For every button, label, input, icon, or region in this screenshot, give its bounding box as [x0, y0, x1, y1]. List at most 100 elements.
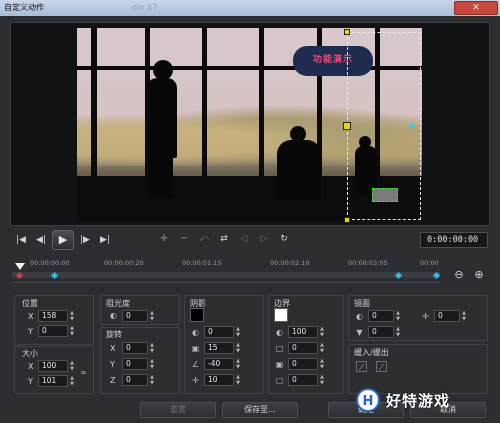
reverse-icon[interactable]: ⤺ — [196, 231, 212, 247]
mirror-label: 镜面 — [354, 299, 370, 308]
ruler-tick: 00:00 — [420, 259, 439, 267]
silhouette-head — [153, 60, 173, 80]
border-width-icon: □ — [275, 344, 284, 353]
window-title-faded: dio X7 — [132, 3, 158, 12]
spinner-icon[interactable]: ▲ ▼ — [460, 310, 468, 322]
spinner-icon[interactable]: ▲ ▼ — [394, 310, 402, 322]
watermark-text: 好特游戏 — [386, 391, 451, 410]
spinner-icon[interactable]: ▲ ▼ — [148, 374, 156, 386]
reset-icon[interactable]: ↻ — [276, 231, 292, 247]
spinner-icon[interactable]: ▲ ▼ — [318, 326, 326, 338]
opacity-icon: ◐ — [110, 311, 117, 320]
axis-z-label: Z — [110, 376, 116, 385]
mirror-fade-field[interactable]: 0 — [368, 326, 394, 338]
axis-x-label: X — [110, 344, 116, 353]
window-title: 自定义动作 — [4, 3, 44, 12]
swap-icon[interactable]: ⇄ — [216, 231, 232, 247]
center-handle[interactable] — [343, 122, 351, 130]
window-titlebar: 自定义动作 dio X7 ✕ — [0, 0, 500, 16]
mirror-fade-icon: ▼ — [356, 328, 363, 337]
spinner-icon[interactable]: ▲ ▼ — [68, 310, 76, 322]
reset-button[interactable]: 重置 — [140, 402, 216, 418]
spinner-icon[interactable]: ▲ ▼ — [234, 358, 242, 370]
playhead[interactable] — [15, 263, 25, 270]
border-blur-icon: ▢ — [275, 376, 284, 385]
axis-x-label: X — [28, 362, 34, 371]
spinner-icon[interactable]: ▲ ▼ — [318, 374, 326, 386]
position-y-field[interactable]: 0 — [38, 325, 68, 337]
remove-keyframe-icon[interactable]: ━ — [176, 231, 192, 247]
link-icon[interactable]: ∞ — [78, 367, 89, 378]
rotate-y-field[interactable]: 0 — [122, 358, 148, 370]
spinner-icon[interactable]: ▲ ▼ — [234, 374, 242, 386]
zoom-out-icon[interactable]: ⊖ — [452, 268, 466, 282]
border-color-swatch[interactable] — [274, 308, 288, 322]
rotate-z-field[interactable]: 0 — [122, 374, 148, 386]
rotate-label: 旋转 — [106, 330, 122, 339]
silhouette-legs — [149, 153, 173, 198]
next-frame-icon[interactable]: |▶ — [76, 231, 94, 249]
object-box[interactable] — [372, 188, 398, 202]
opacity-label: 阻光度 — [106, 299, 130, 308]
add-keyframe-icon[interactable]: ✚ — [156, 231, 172, 247]
silhouette-body — [147, 78, 177, 158]
mirror-offset-field[interactable]: 0 — [434, 310, 460, 322]
spinner-icon[interactable]: ▲ ▼ — [394, 326, 402, 338]
spinner-icon[interactable]: ▲ ▼ — [148, 342, 156, 354]
next-keyframe-icon[interactable]: ▷ — [256, 231, 272, 247]
to-start-icon[interactable]: |◀ — [12, 231, 30, 249]
keyframe-track[interactable] — [12, 272, 440, 278]
shadow-blur-field[interactable]: 15 — [204, 342, 234, 354]
spinner-icon[interactable]: ▲ ▼ — [148, 310, 156, 322]
rotate-x-field[interactable]: 0 — [122, 342, 148, 354]
shadow-opacity-field[interactable]: 0 — [204, 326, 234, 338]
axis-y-label: Y — [28, 377, 33, 386]
resize-handle[interactable] — [344, 29, 350, 35]
border-blur-field[interactable]: 0 — [288, 374, 318, 386]
mirror-opacity-icon: ◐ — [356, 312, 363, 321]
zoom-in-icon[interactable]: ⊕ — [472, 268, 486, 282]
spinner-icon[interactable]: ▲ ▼ — [148, 358, 156, 370]
fade-label: 缓入/缓出 — [354, 348, 389, 357]
size-x-field[interactable]: 100 — [38, 360, 68, 372]
prev-keyframe-icon[interactable]: ◁ — [236, 231, 252, 247]
spinner-icon[interactable]: ▲ ▼ — [68, 375, 76, 387]
spinner-icon[interactable]: ▲ ▼ — [68, 325, 76, 337]
shadow-distance-field[interactable]: 10 — [204, 374, 234, 386]
mirror-offset-icon: ✛ — [422, 312, 429, 321]
prev-frame-icon[interactable]: ◀| — [32, 231, 50, 249]
timeline-ruler[interactable]: 00:00:00:00 00:00:00:20 00:00:01:15 00:0… — [12, 259, 440, 283]
spinner-icon[interactable]: ▲ ▼ — [234, 326, 242, 338]
position-x-field[interactable]: 158 — [38, 310, 68, 322]
opacity-field[interactable]: 0 — [122, 310, 148, 322]
ease-in-icon[interactable]: ⟋ — [356, 361, 367, 372]
shadow-blur-icon: ▣ — [191, 344, 200, 353]
mirror-opacity-field[interactable]: 0 — [368, 310, 394, 322]
spinner-icon[interactable]: ▲ ▼ — [68, 360, 76, 372]
timecode-field[interactable]: 0:00:00:00 — [420, 232, 488, 248]
shadow-color-swatch[interactable] — [190, 308, 204, 322]
resize-handle[interactable] — [344, 217, 350, 223]
silhouette-body — [277, 140, 321, 200]
to-end-icon[interactable]: ▶| — [96, 231, 114, 249]
ruler-tick: 00:00:00:20 — [104, 259, 144, 267]
play-button[interactable]: ▶ — [52, 230, 74, 250]
spinner-icon[interactable]: ▲ ▼ — [318, 342, 326, 354]
ruler-tick: 00:00:01:15 — [182, 259, 222, 267]
close-button[interactable]: ✕ — [454, 1, 498, 15]
ruler-tick: 00:00:03:05 — [348, 259, 388, 267]
border-width-field[interactable]: 0 — [288, 342, 318, 354]
axis-x-label: X — [28, 312, 34, 321]
border-transparency-field[interactable]: 0 — [288, 358, 318, 370]
rotate-handle[interactable] — [410, 124, 414, 128]
size-y-field[interactable]: 101 — [38, 375, 68, 387]
shadow-distance-icon: ✛ — [192, 376, 199, 385]
ruler-tick: 00:00:02:10 — [270, 259, 310, 267]
shadow-angle-field[interactable]: -40 — [204, 358, 234, 370]
spinner-icon[interactable]: ▲ ▼ — [234, 342, 242, 354]
shadow-angle-icon: ∠ — [191, 360, 200, 369]
spinner-icon[interactable]: ▲ ▼ — [318, 358, 326, 370]
ease-out-icon[interactable]: ⟋ — [376, 361, 387, 372]
border-opacity-field[interactable]: 100 — [288, 326, 318, 338]
save-to-button[interactable]: 保存至... — [222, 402, 298, 418]
